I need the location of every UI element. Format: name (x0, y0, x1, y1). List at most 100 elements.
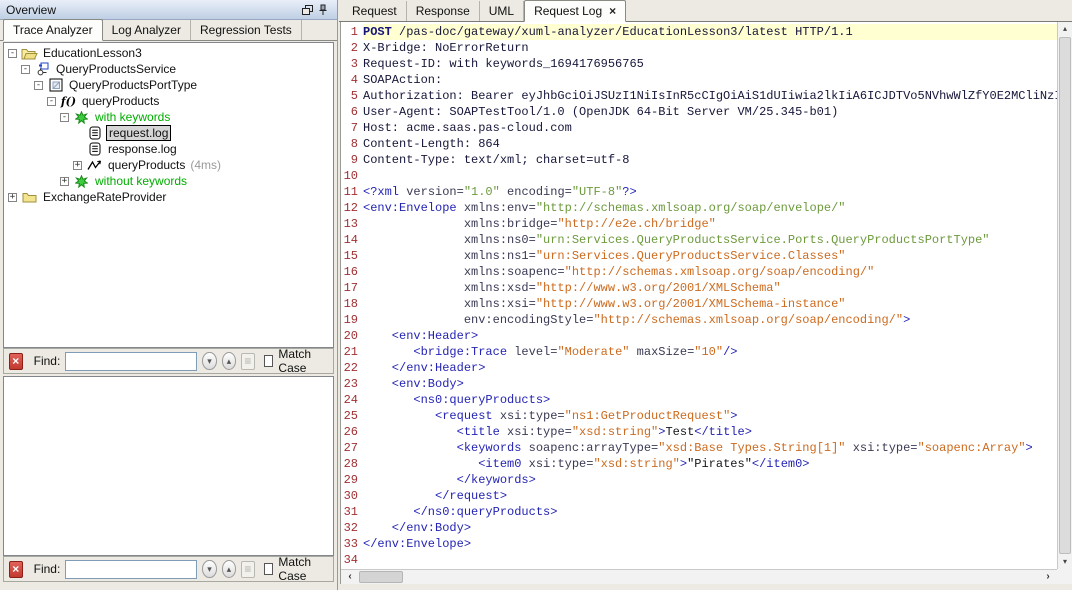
line-number: 20 (341, 328, 363, 344)
tab-response[interactable]: Response (407, 1, 480, 21)
expander-minus-icon[interactable]: - (47, 97, 56, 106)
line-content: </env:Envelope> (363, 537, 471, 551)
match-case-checkbox[interactable] (264, 355, 274, 367)
line-content: </env:Body> (363, 521, 471, 535)
code-line: 7Host: acme.saas.pas-cloud.com (341, 120, 1057, 136)
line-number: 16 (341, 264, 363, 280)
scroll-up-icon[interactable]: ▴ (1058, 22, 1072, 36)
tab-close-icon[interactable]: × (609, 4, 616, 18)
vertical-scrollbar[interactable]: ▴ ▾ (1057, 22, 1072, 569)
line-content: X-Bridge: NoErrorReturn (363, 41, 529, 55)
horizontal-scroll-thumb[interactable] (359, 571, 403, 583)
line-number: 29 (341, 472, 363, 488)
find-options-button[interactable]: ≡ (241, 353, 255, 370)
activity-icon (86, 159, 103, 171)
scroll-left-icon[interactable]: ‹ (343, 570, 357, 584)
tree-item-educationlesson3[interactable]: - EducationLesson3 (4, 45, 333, 61)
tab-trace-analyzer[interactable]: Trace Analyzer (3, 19, 103, 41)
code-line: 9Content-Type: text/xml; charset=utf-8 (341, 152, 1057, 168)
tree-item-request-log[interactable]: request.log (4, 125, 333, 141)
find-next-button[interactable]: ▾ (202, 352, 216, 370)
tab-regression-tests[interactable]: Regression Tests (191, 20, 302, 40)
tree-item-label: EducationLesson3 (41, 46, 144, 60)
find-input[interactable] (65, 352, 197, 371)
tree-item-queryproducts[interactable]: -f()queryProducts (4, 93, 333, 109)
tree-item-without-keywords[interactable]: +without keywords (4, 173, 333, 189)
code-line: 17 xmlns:xsd="http://www.w3.org/2001/XML… (341, 280, 1057, 296)
code-line: 11<?xml version="1.0" encoding="UTF-8"?> (341, 184, 1057, 200)
find-prev-button[interactable]: ▴ (222, 352, 236, 370)
code-line: 24 <ns0:queryProducts> (341, 392, 1057, 408)
log-tab-bar: RequestResponseUMLRequest Log× (339, 0, 1072, 22)
find-close-button[interactable]: × (9, 561, 23, 578)
find-next-button[interactable]: ▾ (202, 560, 216, 578)
request-log-editor: 1POST /pas-doc/gateway/xuml-analyzer/Edu… (340, 22, 1072, 584)
line-content: <env:Envelope xmlns:env="http://schemas.… (363, 201, 846, 215)
code-line: 3Request-ID: with keywords_1694176956765 (341, 56, 1057, 72)
line-number: 10 (341, 168, 363, 184)
line-content: Content-Length: 864 (363, 137, 500, 151)
find-label: Find: (34, 562, 61, 576)
line-content: xmlns:soapenc="http://schemas.xmlsoap.or… (363, 265, 874, 279)
line-content: </ns0:queryProducts> (363, 505, 557, 519)
pin-icon[interactable] (315, 3, 331, 17)
horizontal-scrollbar[interactable]: ‹ › (341, 569, 1057, 584)
tab-request-log[interactable]: Request Log× (524, 0, 626, 22)
code-line: 8Content-Length: 864 (341, 136, 1057, 152)
expander-plus-icon[interactable]: + (73, 161, 82, 170)
line-number: 30 (341, 488, 363, 504)
line-number: 1 (341, 24, 363, 40)
code-line: 33</env:Envelope> (341, 536, 1057, 552)
code-line: 28 <item0 xsi:type="xsd:string">"Pirates… (341, 456, 1057, 472)
line-content: xmlns:ns1="urn:Services.QueryProductsSer… (363, 249, 845, 263)
code-line: 14 xmlns:ns0="urn:Services.QueryProducts… (341, 232, 1057, 248)
expander-minus-icon[interactable]: - (8, 49, 17, 58)
tree-item-queryproductsservice[interactable]: -QueryProductsService (4, 61, 333, 77)
find-prev-button[interactable]: ▴ (222, 560, 236, 578)
vertical-scroll-thumb[interactable] (1059, 37, 1071, 554)
tree-item-with-keywords[interactable]: -with keywords (4, 109, 333, 125)
expander-plus-icon[interactable]: + (60, 177, 69, 186)
scroll-right-icon[interactable]: › (1041, 570, 1055, 584)
line-content: xmlns:bridge="http://e2e.ch/bridge" (363, 217, 716, 231)
line-number: 31 (341, 504, 363, 520)
line-number: 18 (341, 296, 363, 312)
tab-request[interactable]: Request (343, 1, 407, 21)
code-line: 27 <keywords soapenc:arrayType="xsd:Base… (341, 440, 1057, 456)
tab-uml[interactable]: UML (480, 1, 524, 21)
code-line: 32 </env:Body> (341, 520, 1057, 536)
scroll-down-icon[interactable]: ▾ (1058, 555, 1072, 569)
match-case-checkbox[interactable] (264, 563, 274, 575)
tree-item-label: queryProducts (80, 94, 161, 108)
find-input[interactable] (65, 560, 197, 579)
tree-item-label: ExchangeRateProvider (41, 190, 168, 204)
tree-item-response-log[interactable]: response.log (4, 141, 333, 157)
code-line: 5Authorization: Bearer eyJhbGciOiJSUzI1N… (341, 88, 1057, 104)
line-number: 6 (341, 104, 363, 120)
find-close-button[interactable]: × (9, 353, 23, 370)
code-line: 13 xmlns:bridge="http://e2e.ch/bridge" (341, 216, 1057, 232)
overview-titlebar: Overview (0, 0, 337, 20)
line-content: SOAPAction: (363, 73, 442, 87)
code-line: 29 </keywords> (341, 472, 1057, 488)
tab-log-analyzer[interactable]: Log Analyzer (103, 20, 191, 40)
line-content: <env:Body> (363, 377, 464, 391)
expander-minus-icon[interactable]: - (21, 65, 30, 74)
line-content: <bridge:Trace level="Moderate" maxSize="… (363, 345, 738, 359)
code-line: 1POST /pas-doc/gateway/xuml-analyzer/Edu… (341, 24, 1057, 40)
expander-minus-icon[interactable]: - (60, 113, 69, 122)
find-options-button[interactable]: ≡ (241, 561, 255, 578)
expander-minus-icon[interactable]: - (34, 81, 43, 90)
tree-item-exchangerateprovider[interactable]: + ExchangeRateProvider (4, 189, 333, 205)
tree-item-queryproducts[interactable]: +queryProducts(4ms) (4, 157, 333, 173)
float-icon[interactable] (299, 3, 315, 17)
tree-item-queryproductsporttype[interactable]: -QueryProductsPortType (4, 77, 333, 93)
detail-panel-empty (3, 376, 334, 556)
code-line: 23 <env:Body> (341, 376, 1057, 392)
panel-title: Overview (6, 3, 299, 17)
line-content: <env:Header> (363, 329, 478, 343)
line-content: env:encodingStyle="http://schemas.xmlsoa… (363, 313, 910, 327)
line-content: <ns0:queryProducts> (363, 393, 550, 407)
expander-plus-icon[interactable]: + (8, 193, 17, 202)
folder-closed-icon (21, 191, 38, 203)
